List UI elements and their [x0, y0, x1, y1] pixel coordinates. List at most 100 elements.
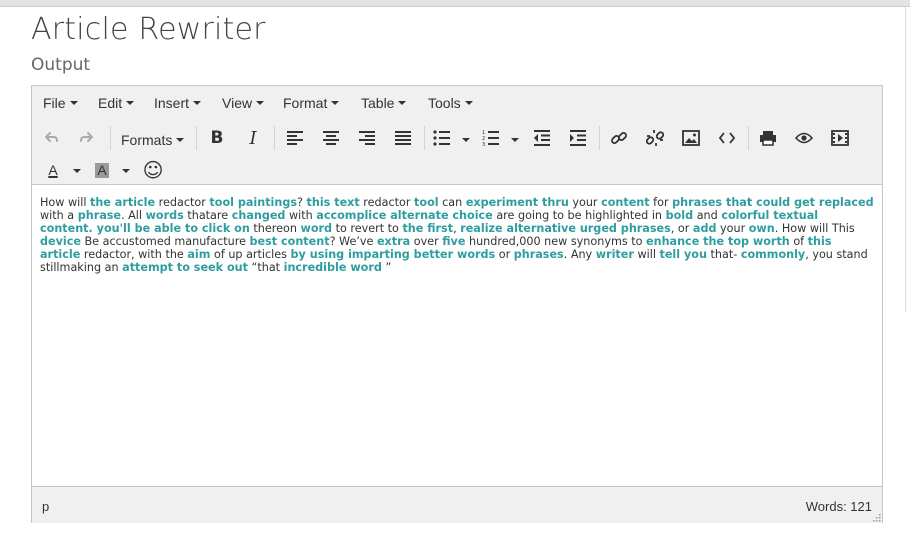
align-center-button[interactable]: [319, 126, 343, 150]
menu-view[interactable]: View: [222, 95, 265, 111]
highlighted-phrase[interactable]: best content: [250, 235, 330, 248]
highlighted-phrase[interactable]: word: [300, 222, 332, 235]
highlighted-phrase[interactable]: changed: [232, 209, 286, 222]
highlighted-phrase[interactable]: enhance the top worth: [646, 235, 790, 248]
menu-insert[interactable]: Insert: [154, 95, 202, 111]
highlighted-phrase[interactable]: attempt to seek out: [122, 261, 248, 274]
align-right-button[interactable]: [355, 126, 379, 150]
text-run: can: [438, 196, 466, 209]
highlighted-phrase[interactable]: add: [693, 222, 717, 235]
highlighted-phrase[interactable]: this text: [307, 196, 360, 209]
resize-handle-icon[interactable]: [871, 512, 881, 522]
italic-button[interactable]: I: [241, 126, 265, 150]
bullet-list-dropdown-icon[interactable]: [462, 138, 470, 142]
text-run: that-: [706, 248, 741, 261]
element-path[interactable]: p: [42, 499, 49, 514]
code-button[interactable]: [715, 126, 739, 150]
highlighted-phrase[interactable]: extra: [377, 235, 410, 248]
highlighted-phrase[interactable]: commonly: [741, 248, 805, 261]
menu-table-label: Table: [361, 95, 395, 111]
highlighted-phrase[interactable]: phrase: [78, 209, 121, 222]
toolbar-separator: [110, 126, 111, 150]
menu-table[interactable]: Table: [361, 95, 407, 111]
text-run: with: [285, 209, 317, 222]
highlighted-phrase[interactable]: phrases: [514, 248, 564, 261]
text-run: redactor: [155, 196, 210, 209]
numbered-list-dropdown-icon[interactable]: [511, 138, 519, 142]
highlighted-phrase[interactable]: five: [442, 235, 465, 248]
text-run: , or: [670, 222, 693, 235]
highlighted-phrase[interactable]: device: [40, 235, 81, 248]
highlighted-phrase[interactable]: writer: [596, 248, 634, 261]
highlighted-phrase[interactable]: aim: [187, 248, 210, 261]
font-color-button[interactable]: A: [41, 158, 65, 182]
highlighted-phrase[interactable]: incredible word: [284, 261, 382, 274]
highlighted-phrase[interactable]: realize alternative urged phrases: [460, 222, 671, 235]
text-run: for: [649, 196, 673, 209]
menu-edit-label: Edit: [98, 95, 123, 111]
editor-toolbar: Formats B I 123 A A ☺: [32, 118, 882, 185]
highlighted-phrase[interactable]: own: [749, 222, 775, 235]
text-run: will: [633, 248, 660, 261]
image-button[interactable]: [679, 126, 703, 150]
text-run: ”: [381, 261, 392, 274]
toolbar-separator: [196, 126, 197, 150]
link-button[interactable]: [607, 126, 631, 150]
outdent-button[interactable]: [530, 126, 554, 150]
print-button[interactable]: [756, 126, 780, 150]
indent-button[interactable]: [566, 126, 590, 150]
menu-edit[interactable]: Edit: [98, 95, 135, 111]
numbered-list-button[interactable]: 123: [479, 126, 503, 150]
redo-button[interactable]: [75, 126, 99, 150]
media-button[interactable]: [828, 126, 852, 150]
toolbar-separator: [274, 126, 275, 150]
bullet-list-icon: [433, 130, 450, 146]
chevron-down-icon: [126, 101, 135, 106]
highlighted-phrase[interactable]: the article: [90, 196, 155, 209]
bullet-list-button[interactable]: [430, 126, 454, 150]
menu-tools-label: Tools: [428, 95, 461, 111]
highlighted-phrase[interactable]: phrases that could get replaced: [672, 196, 874, 209]
text-run: . Any: [563, 248, 596, 261]
emoticon-button[interactable]: ☺: [141, 158, 165, 182]
editor-content-area[interactable]: How will the article redactor tool paint…: [40, 196, 874, 274]
highlighted-phrase[interactable]: tool paintings: [209, 196, 297, 209]
menu-format[interactable]: Format: [283, 95, 340, 111]
top-bar: [0, 0, 910, 7]
text-run: redactor, with the: [80, 248, 188, 261]
background-color-dropdown-icon[interactable]: [122, 169, 130, 173]
undo-button[interactable]: [39, 126, 63, 150]
highlighted-phrase[interactable]: tell you: [659, 248, 706, 261]
highlighted-phrase[interactable]: the first: [402, 222, 453, 235]
highlighted-phrase[interactable]: content: [601, 196, 650, 209]
menu-file[interactable]: File: [43, 95, 78, 111]
highlighted-phrase[interactable]: by using imparting better words: [291, 248, 496, 261]
text-run: “that: [247, 261, 284, 274]
image-icon: [682, 130, 700, 146]
highlighted-phrase[interactable]: tool: [414, 196, 439, 209]
unlink-button[interactable]: [643, 126, 667, 150]
font-color-dropdown-icon[interactable]: [73, 169, 81, 173]
rich-text-editor: File Edit Insert View Format Table Tools…: [31, 85, 883, 523]
background-color-button[interactable]: A: [90, 158, 114, 182]
text-run: over: [410, 235, 443, 248]
text-run: with a: [40, 209, 78, 222]
menu-file-label: File: [43, 95, 66, 111]
bold-button[interactable]: B: [205, 126, 229, 150]
highlighted-phrase[interactable]: bold: [666, 209, 694, 222]
indent-icon: [570, 130, 586, 146]
svg-text:3: 3: [482, 142, 485, 146]
align-justify-button[interactable]: [391, 126, 415, 150]
formats-label: Formats: [121, 132, 173, 148]
toolbar-separator: [424, 126, 425, 150]
align-left-button[interactable]: [283, 126, 307, 150]
highlighted-phrase[interactable]: accomplice alternate choice: [316, 209, 492, 222]
editor-statusbar: p Words: 121: [32, 486, 882, 523]
formats-dropdown[interactable]: Formats: [121, 132, 185, 148]
preview-button[interactable]: [792, 126, 816, 150]
highlighted-phrase[interactable]: words: [146, 209, 184, 222]
menu-tools[interactable]: Tools: [428, 95, 473, 111]
chevron-down-icon: [256, 101, 265, 106]
emoticon-icon: ☺: [142, 158, 164, 182]
highlighted-phrase[interactable]: experiment thru: [466, 196, 569, 209]
